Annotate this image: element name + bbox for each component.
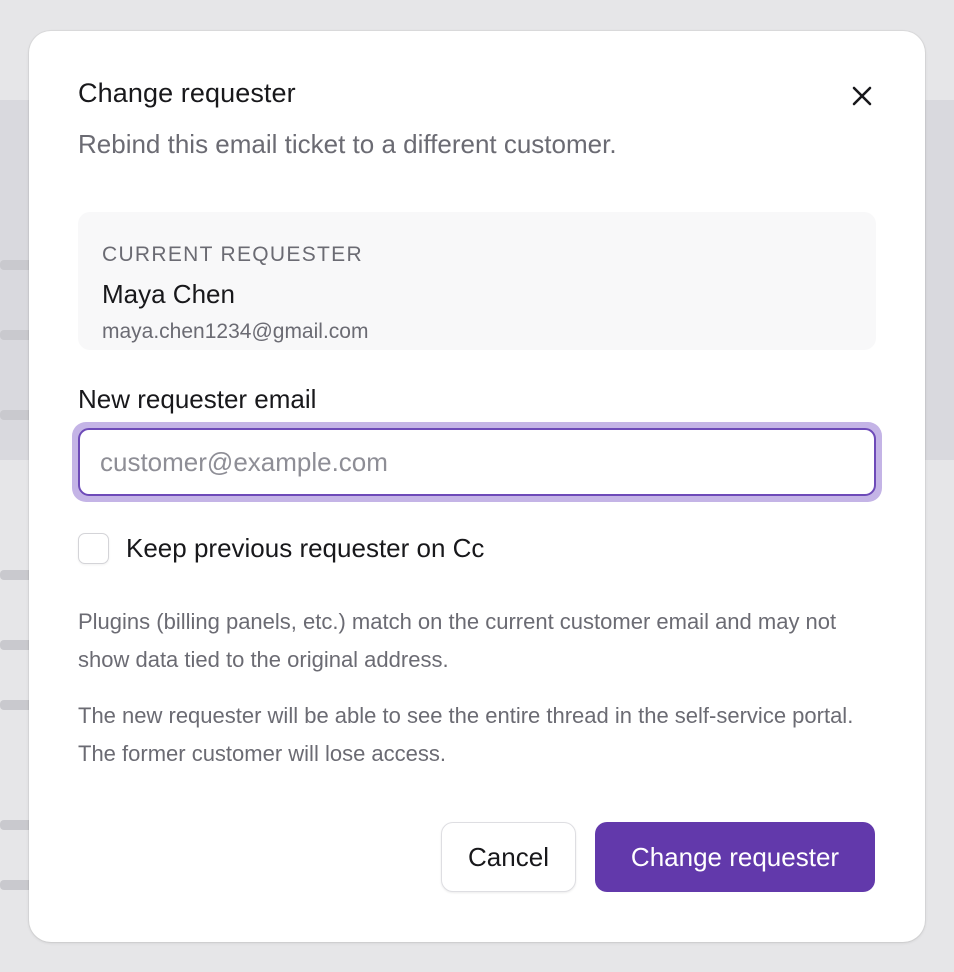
keep-cc-label: Keep previous requester on Cc: [126, 532, 485, 563]
current-requester-card: CURRENT REQUESTER Maya Chen maya.chen123…: [78, 212, 876, 350]
dialog-subtitle: Rebind this email ticket to a different …: [78, 129, 617, 159]
current-requester-label: CURRENT REQUESTER: [102, 243, 363, 266]
keep-cc-option[interactable]: Keep previous requester on Cc: [78, 532, 484, 564]
close-icon: [852, 86, 872, 106]
new-requester-email-label: New requester email: [78, 384, 317, 414]
new-requester-email-input[interactable]: [78, 428, 876, 496]
change-requester-dialog: Change requester Rebind this email ticke…: [29, 31, 925, 942]
current-requester-name: Maya Chen: [102, 279, 235, 309]
dialog-title: Change requester: [78, 78, 296, 108]
keep-cc-checkbox[interactable]: [78, 532, 109, 564]
plugins-note: Plugins (billing panels, etc.) match on …: [78, 609, 837, 672]
close-button[interactable]: [847, 81, 877, 111]
change-requester-button[interactable]: Change requester: [595, 822, 875, 892]
current-requester-email: maya.chen1234@gmail.com: [102, 320, 369, 343]
access-note: The new requester will be able to see th…: [78, 703, 854, 766]
cancel-button[interactable]: Cancel: [441, 822, 576, 892]
